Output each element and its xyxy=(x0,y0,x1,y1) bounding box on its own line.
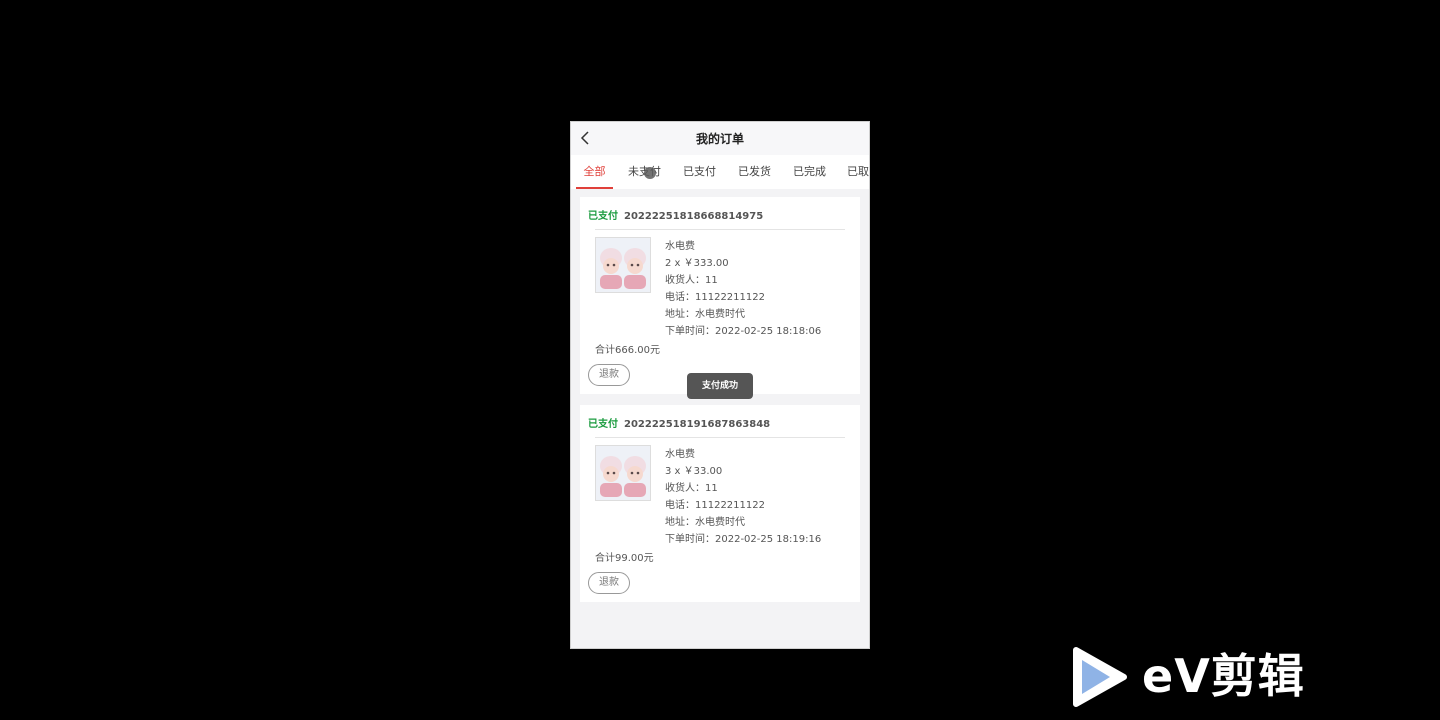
phone-screen: 我的订单 全部 未支付 已支付 已发货 已完成 已取 已支付 2022225181… xyxy=(570,121,870,649)
active-tab-indicator xyxy=(576,187,613,189)
order-header: 已支付 20222251818668814975 xyxy=(588,207,763,222)
order-card: 已支付 202222518191687863848 水电费 3 x ￥33.00 … xyxy=(580,405,860,602)
product-name: 水电费 xyxy=(665,241,695,252)
tab-paid[interactable]: 已支付 xyxy=(681,155,718,189)
tab-shipped[interactable]: 已发货 xyxy=(736,155,773,189)
product-image[interactable] xyxy=(595,445,651,501)
tab-cancelled[interactable]: 已取 xyxy=(847,155,869,189)
mouse-cursor xyxy=(644,167,656,179)
divider xyxy=(595,229,845,230)
tab-completed[interactable]: 已完成 xyxy=(791,155,828,189)
order-number: 202222518191687863848 xyxy=(624,419,771,430)
address: 地址：水电费时代 xyxy=(665,517,745,528)
order-header: 已支付 202222518191687863848 xyxy=(588,415,770,430)
refund-button[interactable]: 退款 xyxy=(588,572,630,594)
phone: 电话：11122211122 xyxy=(665,500,765,511)
order-info: 水电费 3 x ￥33.00 收货人：11 电话：11122211122 地址：… xyxy=(665,446,821,548)
product-name: 水电费 xyxy=(665,449,695,460)
watermark-text: eV剪辑 xyxy=(1142,649,1305,703)
quantity-price: 3 x ￥33.00 xyxy=(665,466,723,477)
order-status: 已支付 xyxy=(588,419,618,430)
order-status: 已支付 xyxy=(588,211,618,222)
product-image[interactable] xyxy=(595,237,651,293)
order-tabs: 全部 未支付 已支付 已发货 已完成 已取 xyxy=(571,155,869,189)
address: 地址：水电费时代 xyxy=(665,309,745,320)
page-title: 我的订单 xyxy=(695,132,744,146)
toast-message: 支付成功 xyxy=(687,373,753,399)
receiver: 收货人：11 xyxy=(665,275,718,286)
nav-bar: 我的订单 xyxy=(571,122,869,155)
order-card: 已支付 20222251818668814975 水电费 2 x ￥333.00 … xyxy=(580,197,860,394)
order-total: 合计666.00元 xyxy=(595,345,660,356)
phone: 电话：11122211122 xyxy=(665,292,765,303)
order-number: 20222251818668814975 xyxy=(624,211,764,222)
order-time: 下单时间：2022-02-25 18:19:16 xyxy=(665,534,822,545)
order-info: 水电费 2 x ￥333.00 收货人：11 电话：11122211122 地址… xyxy=(665,238,821,340)
receiver: 收货人：11 xyxy=(665,483,718,494)
play-logo-icon xyxy=(1073,647,1127,707)
ev-watermark: eV剪辑 xyxy=(1070,646,1340,708)
order-total: 合计99.00元 xyxy=(595,553,654,564)
tab-all[interactable]: 全部 xyxy=(576,155,613,189)
order-time: 下单时间：2022-02-25 18:18:06 xyxy=(665,326,822,337)
divider xyxy=(595,437,845,438)
quantity-price: 2 x ￥333.00 xyxy=(665,258,729,269)
refund-button[interactable]: 退款 xyxy=(588,364,630,386)
